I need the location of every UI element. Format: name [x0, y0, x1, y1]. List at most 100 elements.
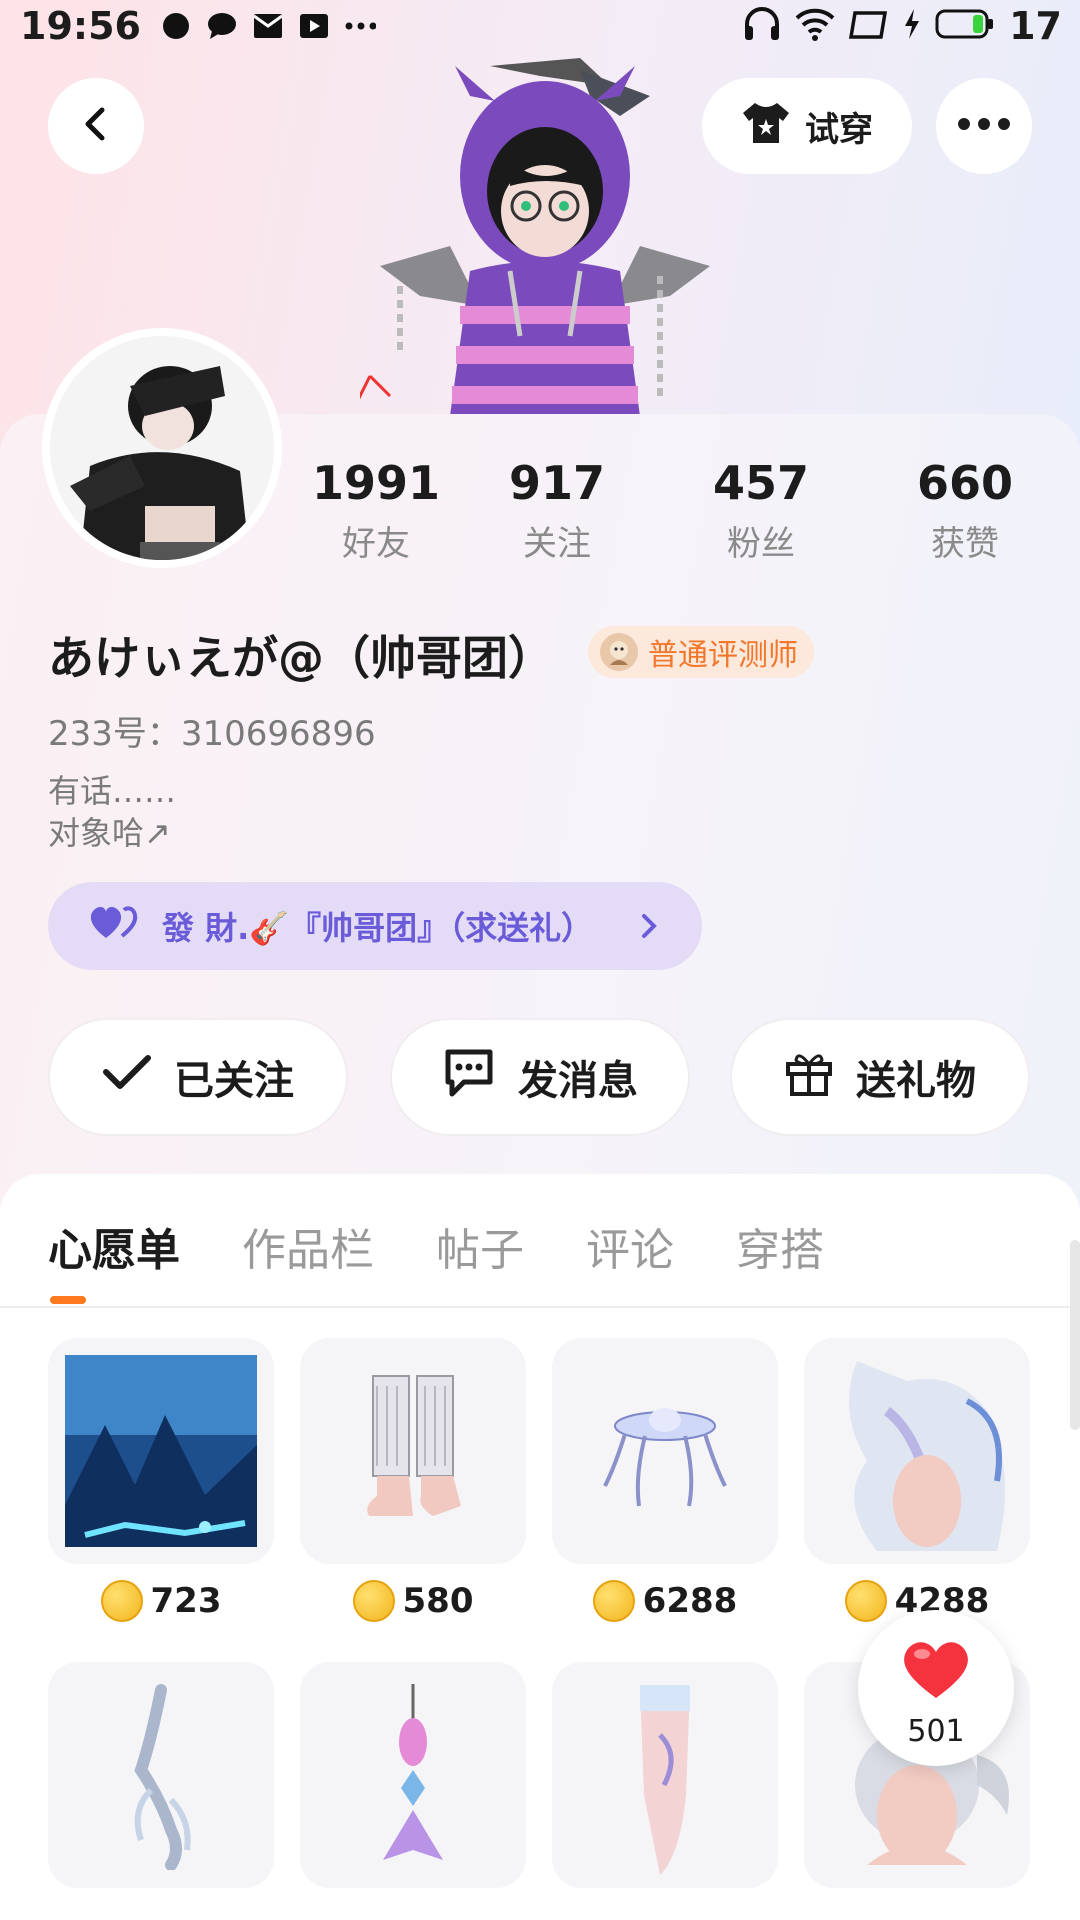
follow-button[interactable]: 已关注 — [48, 1018, 348, 1136]
username: あけぃえが@（帅哥团） — [48, 631, 554, 685]
follow-label: 已关注 — [174, 1058, 294, 1104]
status-time: 19:56 — [20, 4, 141, 48]
item-socks-image — [367, 1375, 461, 1516]
chat-bubble-icon — [160, 10, 192, 42]
stat-following[interactable]: 917 关注 — [482, 456, 632, 565]
headphones-icon — [743, 6, 781, 46]
stat-label: 关注 — [523, 524, 591, 564]
wishlist-item[interactable]: 723 — [48, 1338, 274, 1622]
status-system-icons: 17 — [743, 4, 1062, 48]
chevron-right-icon — [638, 906, 662, 954]
profile-stats: 1991 好友 917 关注 457 粉丝 660 获赞 — [300, 456, 1060, 576]
back-button[interactable] — [48, 78, 144, 174]
item-thumbnail — [300, 1338, 526, 1564]
reviewer-badge[interactable]: 普通评测师 — [588, 626, 814, 678]
coin-icon — [100, 1580, 143, 1622]
item-thumbnail — [300, 1662, 526, 1888]
stat-number: 660 — [916, 456, 1014, 510]
item-price: 723 — [48, 1580, 274, 1622]
like-count: 501 — [907, 1714, 965, 1749]
price-value: 723 — [150, 1581, 222, 1621]
tab-works[interactable]: 作品栏 — [242, 1214, 374, 1278]
more-dots-icon — [344, 10, 376, 42]
wishlist-item[interactable]: 580 — [300, 1338, 526, 1622]
group-name: 發 財.🎸『帅哥团』（求送礼） — [162, 909, 594, 947]
chevron-left-icon — [76, 104, 116, 148]
mail-icon — [252, 10, 284, 42]
chat-icon — [442, 1046, 496, 1108]
stat-fans[interactable]: 457 粉丝 — [686, 456, 836, 565]
wishlist-item[interactable] — [48, 1662, 274, 1888]
scrollbar[interactable] — [1070, 1240, 1080, 1430]
stat-number: 1991 — [311, 456, 441, 510]
stat-friends[interactable]: 1991 好友 — [301, 456, 451, 565]
item-ornament-image — [134, 1684, 191, 1870]
shirt-icon — [741, 99, 791, 154]
avatar-image — [50, 336, 274, 560]
item-thumbnail — [48, 1662, 274, 1888]
battery-icon — [935, 7, 995, 45]
stat-number: 457 — [712, 456, 810, 510]
video-icon — [298, 10, 330, 42]
user-id: 233号：310696896 — [48, 714, 376, 754]
more-options-button[interactable] — [936, 78, 1032, 174]
item-earring-image — [383, 1684, 443, 1860]
tryon-button[interactable]: 试穿 — [702, 78, 912, 174]
screen-icon — [849, 7, 889, 45]
wishlist-item[interactable]: 4288 — [804, 1338, 1030, 1622]
bio-line: 对象哈↗ — [48, 814, 171, 852]
stat-number: 917 — [508, 456, 606, 510]
message-label: 发消息 — [518, 1058, 638, 1104]
tab-outfits[interactable]: 穿搭 — [736, 1214, 824, 1278]
content-panel: 心愿单 作品栏 帖子 评论 穿搭 723 580 6288 4288 — [0, 1174, 1080, 1920]
wishlist-item[interactable] — [300, 1662, 526, 1888]
item-thumbnail — [48, 1338, 274, 1564]
item-jellyfish-image — [603, 1408, 727, 1507]
reviewer-badge-icon — [600, 633, 638, 671]
price-value: 580 — [402, 1581, 474, 1621]
stat-likes[interactable]: 660 获赞 — [890, 456, 1040, 565]
tab-comments[interactable]: 评论 — [586, 1214, 674, 1278]
avatar[interactable] — [50, 336, 274, 560]
gift-button[interactable]: 送礼物 — [730, 1018, 1030, 1136]
heart-icon — [904, 1642, 968, 1698]
status-bar: 19:56 17 — [0, 0, 1080, 60]
message-icon — [206, 10, 238, 42]
group-pill[interactable]: 發 財.🎸『帅哥团』（求送礼） — [48, 882, 702, 970]
stat-label: 好友 — [342, 524, 410, 564]
item-thumbnail — [552, 1338, 778, 1564]
coin-icon — [592, 1580, 635, 1622]
wifi-icon — [795, 6, 835, 46]
wishlist-item[interactable]: 6288 — [552, 1338, 778, 1622]
coin-icon — [352, 1580, 395, 1622]
item-thumbnail — [804, 1338, 1030, 1564]
item-stocking-image — [640, 1685, 690, 1875]
battery-level: 17 — [1009, 4, 1062, 48]
bio-line: 有话…… — [48, 772, 177, 810]
tryon-label: 试穿 — [805, 109, 873, 150]
active-tab-indicator — [50, 1296, 86, 1304]
item-hair-accessory-image — [849, 1361, 1005, 1551]
coin-icon — [844, 1580, 887, 1622]
tab-wishlist[interactable]: 心愿单 — [48, 1214, 180, 1278]
stat-label: 粉丝 — [727, 524, 795, 564]
charging-icon — [903, 7, 921, 45]
divider — [0, 1306, 1080, 1308]
wishlist-item[interactable] — [552, 1662, 778, 1888]
message-button[interactable]: 发消息 — [390, 1018, 690, 1136]
item-price: 580 — [300, 1580, 526, 1622]
character-avatar-image — [360, 58, 710, 416]
price-value: 6288 — [642, 1581, 738, 1621]
check-icon — [102, 1052, 152, 1102]
gift-icon — [784, 1048, 834, 1106]
status-notification-icons — [160, 10, 376, 42]
item-thumbnail — [552, 1662, 778, 1888]
more-dots-icon — [956, 114, 1012, 138]
tab-posts[interactable]: 帖子 — [436, 1214, 524, 1278]
tab-bar: 心愿单 作品栏 帖子 评论 穿搭 — [48, 1214, 886, 1278]
like-button[interactable]: 501 — [858, 1610, 1014, 1766]
item-price: 6288 — [552, 1580, 778, 1622]
double-heart-icon — [88, 902, 140, 950]
gift-label: 送礼物 — [856, 1058, 976, 1104]
item-scene-image — [65, 1355, 257, 1547]
